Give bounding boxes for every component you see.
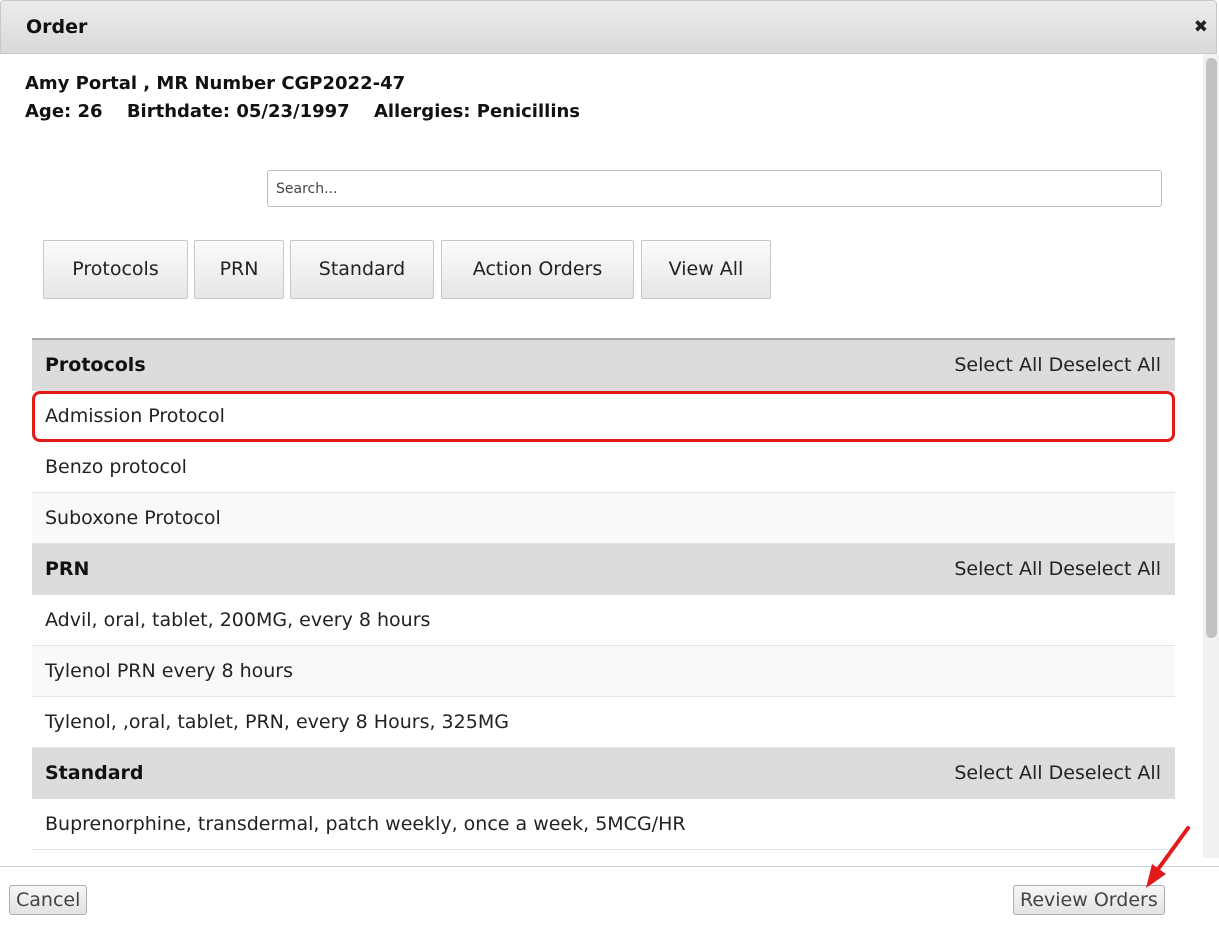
list-item[interactable]: Advil, oral, tablet, 200MG, every 8 hour… — [32, 595, 1175, 646]
group-actions: Select All Deselect All — [954, 748, 1161, 799]
group-actions: Select All Deselect All — [954, 340, 1161, 391]
list-item[interactable]: Benzo protocol — [32, 442, 1175, 493]
dialog-title: Order — [26, 16, 88, 38]
group-title: PRN — [45, 558, 90, 580]
group-header-protocols: Protocols Select All Deselect All — [32, 340, 1175, 391]
select-all-link[interactable]: Select All — [954, 762, 1042, 784]
footer-divider — [0, 866, 1219, 867]
list-item[interactable]: Buprenorphine, transdermal, patch weekly… — [32, 799, 1175, 850]
order-list: Protocols Select All Deselect All Admiss… — [32, 338, 1175, 850]
filter-standard-button[interactable]: Standard — [290, 240, 434, 299]
patient-birthdate: Birthdate: 05/23/1997 — [126, 101, 350, 122]
deselect-all-link[interactable]: Deselect All — [1049, 558, 1161, 580]
list-item[interactable]: Tylenol, ,oral, tablet, PRN, every 8 Hou… — [32, 697, 1175, 748]
select-all-link[interactable]: Select All — [954, 558, 1042, 580]
scrollbar[interactable] — [1203, 54, 1219, 858]
list-item[interactable]: Tylenol PRN every 8 hours — [32, 646, 1175, 697]
list-item[interactable]: Suboxone Protocol — [32, 493, 1175, 544]
deselect-all-link[interactable]: Deselect All — [1049, 762, 1161, 784]
group-title: Standard — [45, 762, 144, 784]
group-header-standard: Standard Select All Deselect All — [32, 748, 1175, 799]
patient-details: Age: 26 Birthdate: 05/23/1997 Allergies:… — [25, 98, 598, 126]
filter-action-orders-button[interactable]: Action Orders — [441, 240, 634, 299]
filter-prn-button[interactable]: PRN — [194, 240, 284, 299]
search-input[interactable] — [267, 170, 1162, 207]
filter-view-all-button[interactable]: View All — [641, 240, 771, 299]
cancel-button[interactable]: Cancel — [9, 885, 88, 915]
group-title: Protocols — [45, 354, 146, 376]
scrollbar-thumb[interactable] — [1206, 58, 1217, 638]
list-item[interactable]: Admission Protocol — [32, 391, 1175, 442]
deselect-all-link[interactable]: Deselect All — [1049, 354, 1161, 376]
group-actions: Select All Deselect All — [954, 544, 1161, 595]
arrow-icon — [1146, 826, 1190, 888]
select-all-link[interactable]: Select All — [954, 354, 1042, 376]
patient-info: Amy Portal , MR Number CGP2022-47 Age: 2… — [25, 70, 598, 126]
group-header-prn: PRN Select All Deselect All — [32, 544, 1175, 595]
filter-protocols-button[interactable]: Protocols — [43, 240, 188, 299]
close-icon[interactable]: ✖ — [1194, 17, 1208, 37]
dialog-titlebar: Order ✖ — [0, 0, 1217, 54]
patient-name-line: Amy Portal , MR Number CGP2022-47 — [25, 73, 406, 94]
patient-allergies: Allergies: Penicillins — [373, 101, 581, 122]
patient-age: Age: 26 — [25, 101, 103, 122]
